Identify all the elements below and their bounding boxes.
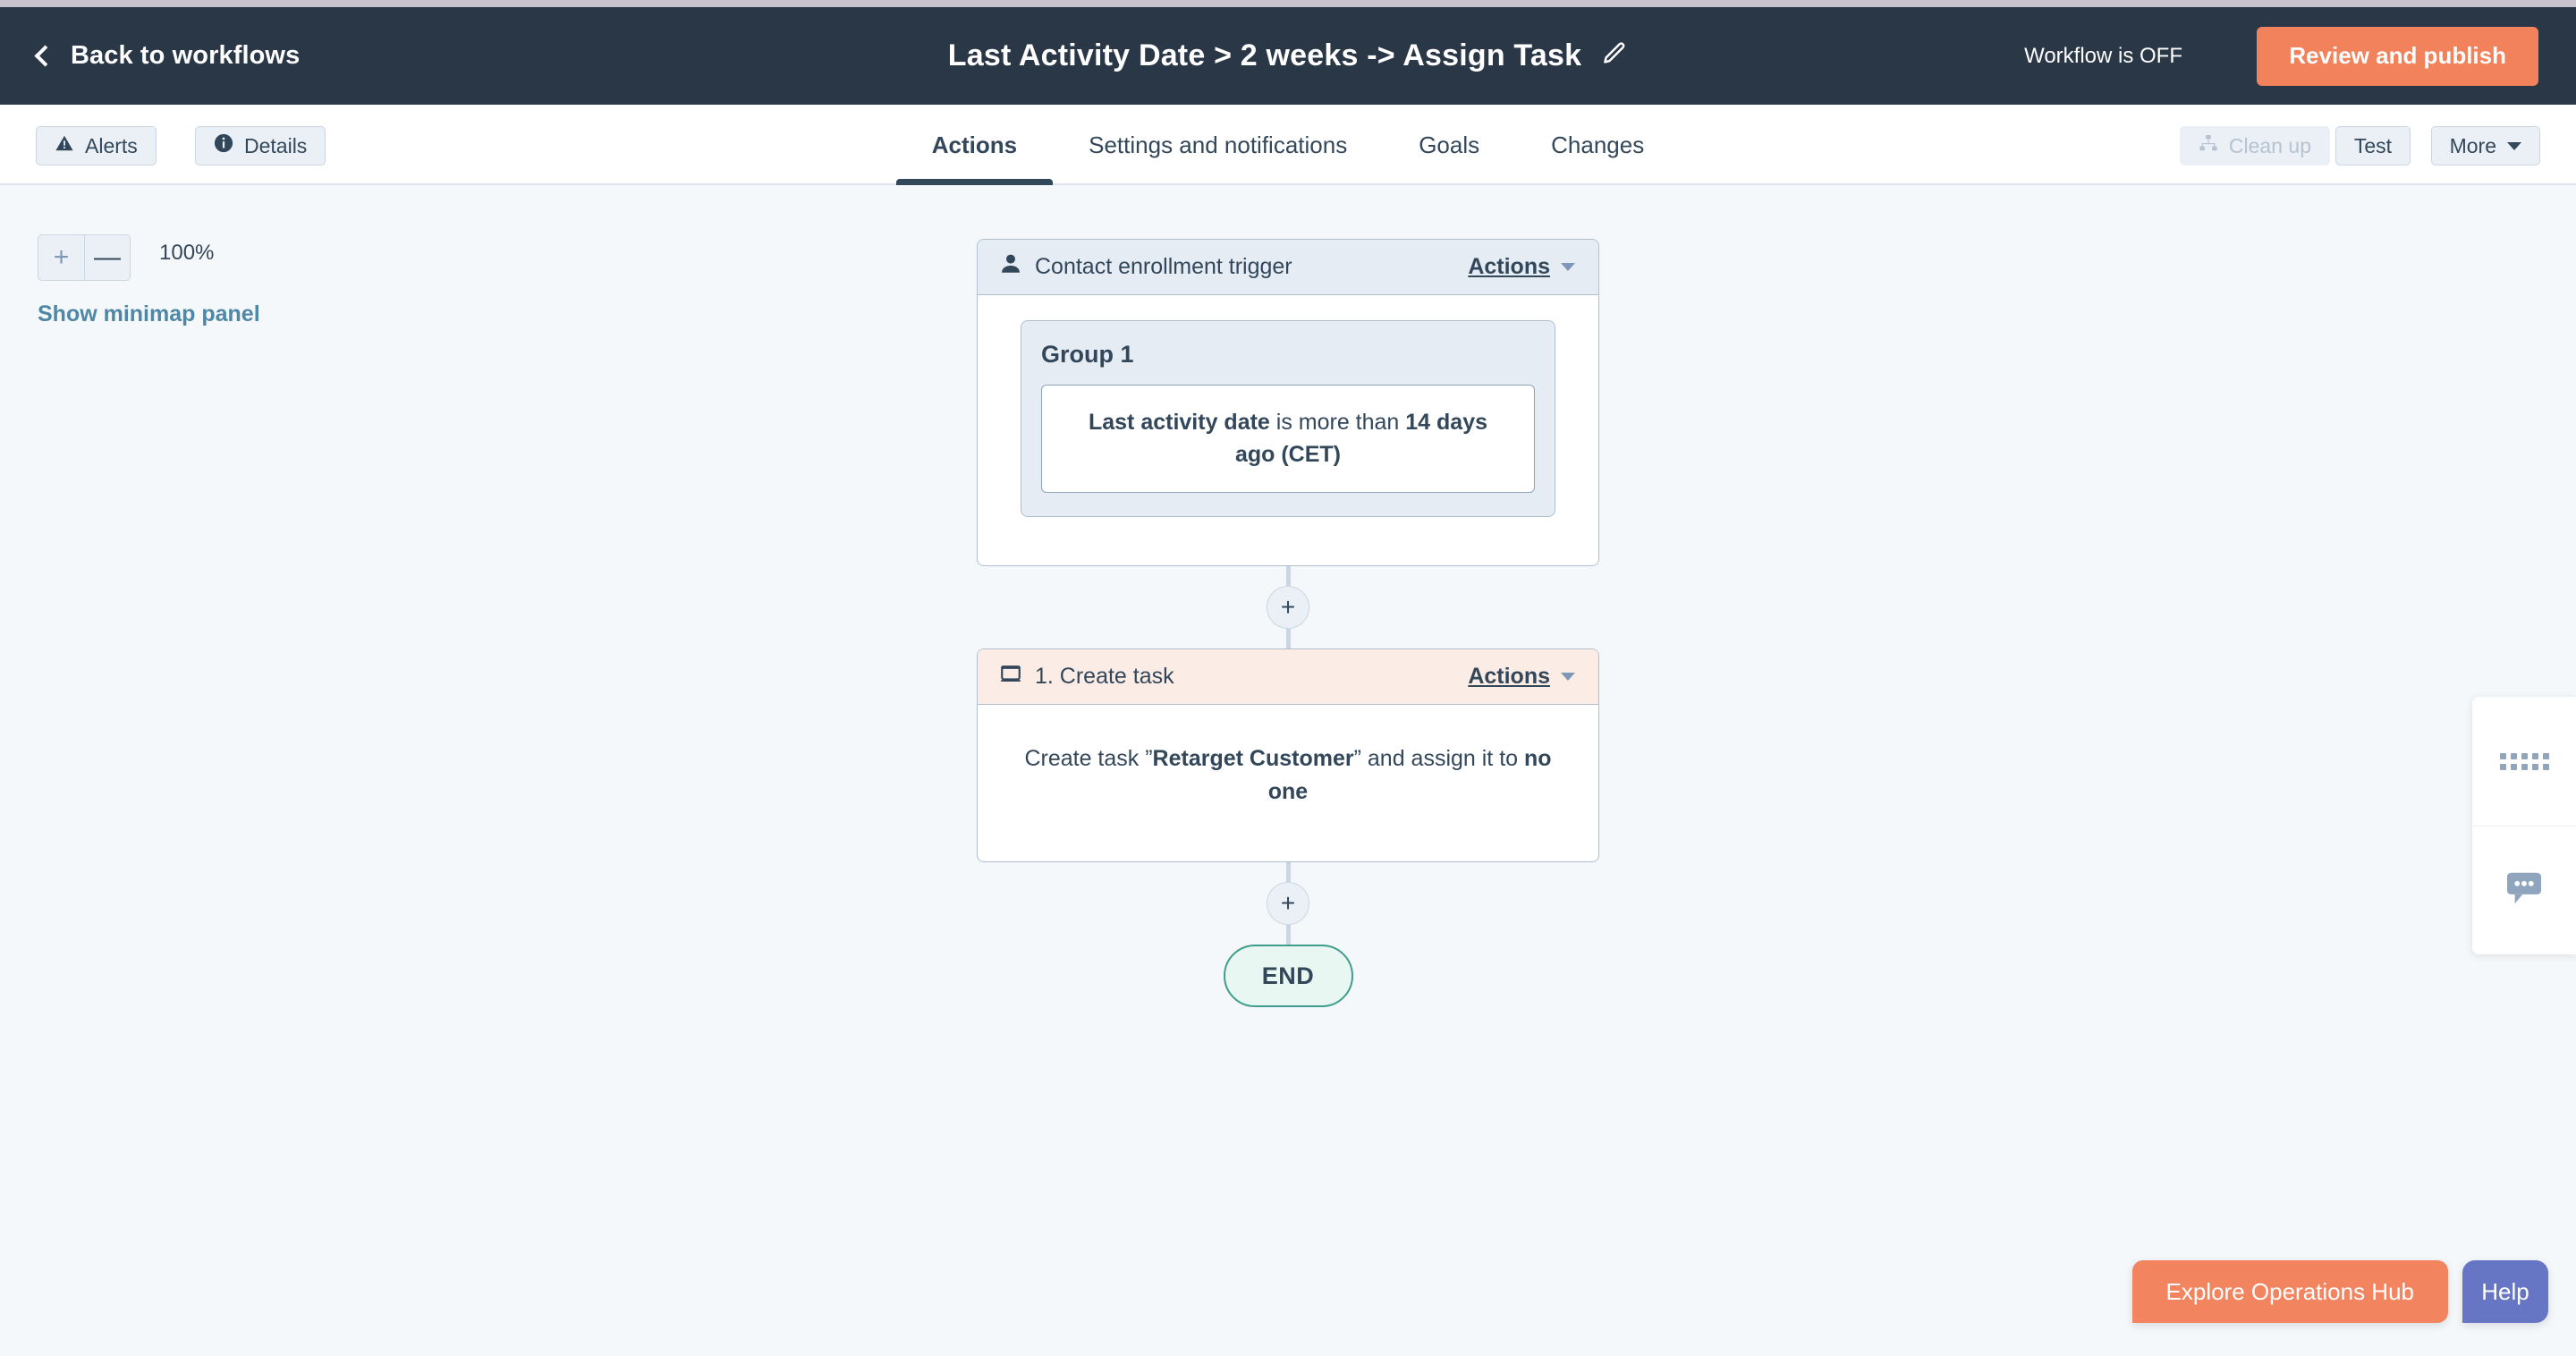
top-navigation-bar: Back to workflows Last Activity Date > 2… [0,7,2576,105]
caret-down-icon [2507,142,2521,150]
browser-chrome-strip [0,0,2576,7]
page-title: Last Activity Date > 2 weeks -> Assign T… [948,38,1581,73]
caret-down-icon[interactable] [1561,673,1575,681]
workflow-toolbar: Alerts Details Actions Settings and noti… [0,105,2576,185]
more-button[interactable]: More [2431,126,2540,165]
action-task-name: Retarget Customer [1153,746,1354,771]
contact-enrollment-trigger-card[interactable]: Contact enrollment trigger Actions Group… [977,239,1599,566]
add-action-button-1[interactable]: + [1267,586,1309,629]
action-card-header: 1. Create task Actions [978,649,1598,705]
connector-action-to-end: + END [977,862,1599,1007]
create-task-action-card[interactable]: 1. Create task Actions Create task ”Reta… [977,648,1599,862]
zoom-level-label: 100% [159,241,214,266]
test-button[interactable]: Test [2335,126,2411,165]
task-card-icon [999,662,1022,691]
add-action-button-2[interactable]: + [1267,882,1309,925]
connector-line-segment [1286,862,1291,882]
action-actions-link[interactable]: Actions [1468,664,1550,690]
action-body-prefix: Create task ” [1024,746,1152,771]
workflow-flow: Contact enrollment trigger Actions Group… [977,239,1599,1007]
test-label: Test [2354,134,2392,158]
zoom-out-button[interactable]: — [84,234,131,281]
right-side-rail [2472,697,2576,954]
tab-goals[interactable]: Goals [1383,105,1515,185]
connector-trigger-to-action: + [977,566,1599,648]
zoom-controls: + — [38,234,131,281]
filter-property: Last activity date [1089,410,1270,435]
tab-settings-and-notifications[interactable]: Settings and notifications [1053,105,1383,185]
caret-down-icon[interactable] [1561,263,1575,271]
workflow-editor-page: Back to workflows Last Activity Date > 2… [0,0,2576,1356]
trigger-card-body: Group 1 Last activity date is more than … [978,295,1598,565]
clean-up-button[interactable]: Clean up [2180,126,2330,165]
trigger-actions-link[interactable]: Actions [1468,254,1550,280]
apps-grid-button[interactable] [2472,697,2576,826]
more-label: More [2450,134,2496,158]
connector-line-segment [1286,629,1291,648]
filter-criterion[interactable]: Last activity date is more than 14 days … [1041,385,1535,493]
pencil-icon[interactable] [1601,40,1628,72]
connector-line-segment [1286,925,1291,945]
workflow-title-group: Last Activity Date > 2 weeks -> Assign T… [0,38,2576,73]
action-body-middle: ” and assign it to [1354,746,1524,771]
trigger-card-header: Contact enrollment trigger Actions [978,240,1598,295]
show-minimap-panel-link[interactable]: Show minimap panel [38,301,260,327]
explore-operations-hub-button[interactable]: Explore Operations Hub [2132,1260,2448,1323]
workflow-canvas[interactable]: + — 100% Show minimap panel Contact en [0,185,2576,1356]
connector-line-segment [1286,566,1291,586]
hierarchy-icon [2199,133,2218,158]
action-card-body: Create task ”Retarget Customer” and assi… [978,705,1598,861]
action-title: 1. Create task [1035,664,1174,690]
contact-person-icon [999,252,1022,282]
trigger-title: Contact enrollment trigger [1035,254,1292,280]
filter-group-title: Group 1 [1041,341,1535,369]
tab-changes[interactable]: Changes [1515,105,1680,185]
help-button[interactable]: Help [2462,1260,2548,1323]
clean-up-label: Clean up [2229,134,2311,158]
filter-operator: is more than [1270,410,1405,435]
chat-button[interactable] [2472,826,2576,954]
tab-actions[interactable]: Actions [896,105,1053,185]
end-node[interactable]: END [1224,945,1353,1007]
grid-dots-icon [2500,753,2549,770]
filter-group-1[interactable]: Group 1 Last activity date is more than … [1021,320,1555,517]
chat-bubble-icon [2505,871,2543,910]
zoom-in-button[interactable]: + [38,234,84,281]
action-header-title-group: 1. Create task [999,662,1468,691]
workflow-status-text: Workflow is OFF [2024,44,2182,69]
review-and-publish-button[interactable]: Review and publish [2257,27,2538,86]
trigger-header-title-group: Contact enrollment trigger [999,252,1468,282]
